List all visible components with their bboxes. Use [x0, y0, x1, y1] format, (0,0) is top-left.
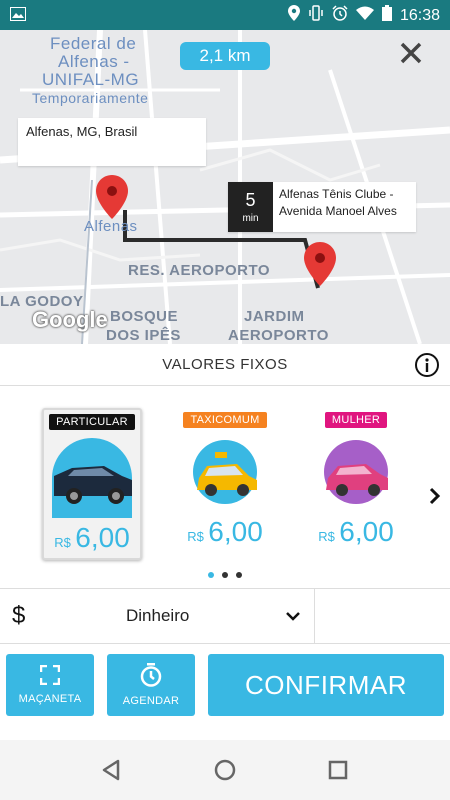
destination-pin-icon[interactable] — [304, 242, 336, 291]
chevron-down-icon — [286, 612, 300, 621]
price-value: 6,00 — [339, 516, 394, 547]
vehicle-price: R$ 6,00 — [44, 522, 140, 554]
eta-minutes: 5 — [245, 189, 256, 210]
vehicle-card-taxicomum[interactable]: TAXICOMUM R$ 6,00 — [175, 408, 275, 560]
recents-button[interactable] — [326, 758, 350, 782]
status-bar: 16:38 — [0, 0, 450, 30]
vehicle-badge: PARTICULAR — [49, 414, 135, 430]
page-dot-active[interactable] — [208, 572, 214, 578]
map-label-bosque-1: BOSQUE — [110, 308, 179, 325]
section-header: VALORES FIXOS — [0, 344, 450, 386]
location-icon — [287, 5, 300, 26]
page-dot[interactable] — [236, 572, 242, 578]
macaneta-button[interactable]: MAÇANETA — [6, 654, 94, 716]
clock-time: 16:38 — [399, 6, 440, 24]
eta-unit: min — [242, 212, 259, 224]
payment-method-select[interactable]: $ Dinheiro — [0, 589, 315, 643]
route-map[interactable]: Federal de Alfenas - UNIFAL-MG Temporari… — [0, 30, 450, 344]
vehicle-badge: TAXICOMUM — [183, 412, 267, 428]
destination-line-2: Avenida Manoel Alves — [279, 204, 397, 218]
distance-badge: 2,1 km — [180, 42, 270, 70]
vehicle-badge: MULHER — [324, 412, 388, 428]
vibrate-icon — [308, 5, 324, 26]
home-circle-icon — [214, 759, 236, 781]
image-icon — [10, 7, 26, 26]
chevron-right-icon — [429, 487, 441, 505]
confirm-button[interactable]: CONFIRMAR — [208, 654, 444, 716]
map-label-jardim-1: JARDIM — [244, 308, 305, 325]
map-label-res-aeroporto: RES. AEROPORTO — [128, 262, 271, 279]
info-button[interactable] — [414, 352, 440, 378]
map-label-federal-2: Alfenas - — [58, 52, 130, 71]
vehicle-card-particular[interactable]: PARTICULAR R$ 6,00 — [42, 408, 142, 560]
back-button[interactable] — [100, 758, 124, 782]
map-label-federal-3: UNIFAL-MG — [42, 70, 140, 89]
origin-pin-icon[interactable] — [96, 175, 128, 224]
taxi-icon — [193, 440, 257, 504]
price-currency: R$ — [187, 529, 204, 544]
price-value: 6,00 — [75, 522, 130, 553]
women-car-icon — [324, 440, 388, 504]
info-icon — [415, 353, 439, 377]
price-currency: R$ — [318, 529, 335, 544]
map-label-jardim-2: AEROPORTO — [228, 327, 329, 344]
android-nav-bar — [0, 740, 450, 800]
frame-icon — [40, 665, 60, 685]
agendar-label: AGENDAR — [122, 695, 180, 707]
page-dot[interactable] — [222, 572, 228, 578]
vehicle-price: R$ 6,00 — [306, 516, 406, 548]
destination-address-box[interactable]: 5 min Alfenas Tênis Clube - Avenida Mano… — [228, 182, 416, 232]
map-label-federal-4: Temporariamente — [32, 90, 149, 106]
payment-row: $ Dinheiro — [0, 588, 450, 644]
dollar-icon: $ — [12, 602, 26, 629]
alarm-icon — [332, 5, 348, 26]
google-attribution: Google — [32, 307, 108, 332]
home-button[interactable] — [213, 758, 237, 782]
payment-extra-field[interactable] — [315, 589, 450, 643]
map-label-bosque-2: DOS IPÊS — [106, 327, 181, 344]
confirm-label: CONFIRMAR — [245, 669, 407, 700]
section-title: VALORES FIXOS — [162, 356, 288, 373]
close-button[interactable] — [396, 38, 426, 68]
vehicle-price: R$ 6,00 — [175, 516, 275, 548]
price-currency: R$ — [54, 535, 71, 550]
close-icon — [400, 42, 422, 64]
map-label-federal-1: Federal de — [50, 34, 137, 53]
origin-address-box[interactable]: Alfenas, MG, Brasil — [18, 118, 206, 166]
agendar-button[interactable]: AGENDAR — [107, 654, 195, 716]
eta-box: 5 min — [228, 182, 273, 232]
battery-icon — [381, 5, 392, 26]
recents-square-icon — [328, 760, 348, 780]
vehicle-options: PARTICULAR R$ 6,00 TAXICOMUM R$ 6,00 MUL… — [0, 386, 450, 586]
macaneta-label: MAÇANETA — [18, 693, 82, 705]
action-bar: MAÇANETA AGENDAR CONFIRMAR — [0, 644, 450, 740]
private-car-icon — [52, 438, 132, 518]
wifi-icon — [355, 6, 374, 25]
next-vehicles-button[interactable] — [428, 486, 442, 506]
payment-method-label: Dinheiro — [126, 606, 190, 625]
origin-address: Alfenas, MG, Brasil — [26, 124, 138, 139]
vehicle-card-mulher[interactable]: MULHER R$ 6,00 — [306, 408, 406, 560]
carousel-pagination — [208, 572, 242, 578]
back-triangle-icon — [102, 759, 120, 781]
destination-line-1: Alfenas Tênis Clube - — [279, 187, 394, 201]
price-value: 6,00 — [208, 516, 263, 547]
timer-icon — [140, 663, 162, 687]
